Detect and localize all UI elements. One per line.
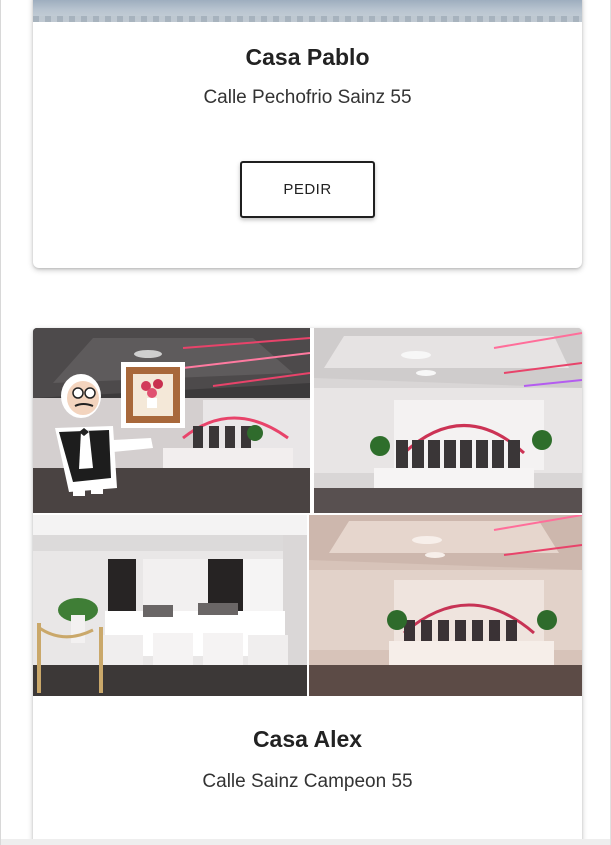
- restaurant-card-1: Casa Pablo Calle Pechofrio Sainz 55 PEDI…: [33, 0, 582, 268]
- hall-photo-4-image: [309, 515, 582, 696]
- restaurant-address: Calle Sainz Campeon 55: [202, 771, 413, 792]
- restaurant-name: Casa Pablo: [245, 44, 370, 70]
- restaurant-name: Casa Alex: [252, 726, 363, 752]
- restaurant-card-2: Casa Alex Calle Sainz Campeon 55: [33, 328, 582, 845]
- bottom-bar: [1, 839, 610, 845]
- order-button[interactable]: PEDIR: [240, 161, 375, 218]
- page: Casa Pablo Calle Pechofrio Sainz 55 PEDI…: [0, 0, 611, 845]
- hall-photo-1-image: [33, 328, 310, 513]
- hall-photo-1[interactable]: [33, 328, 310, 513]
- hall-photo-2-image: [314, 328, 582, 513]
- photo-gallery[interactable]: [33, 328, 582, 696]
- restaurant-photo-strip: [33, 0, 582, 22]
- hall-photo-2[interactable]: [314, 328, 582, 513]
- hall-photo-3[interactable]: [33, 515, 307, 696]
- restaurant-address: Calle Pechofrio Sainz 55: [203, 87, 412, 108]
- hall-photo-4[interactable]: [309, 515, 582, 696]
- hall-photo-3-image: [33, 515, 307, 696]
